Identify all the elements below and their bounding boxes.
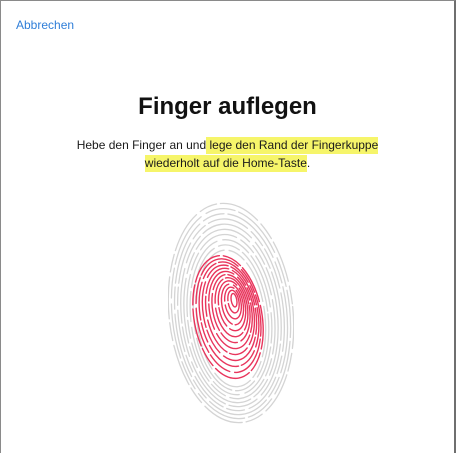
instruction-text: Hebe den Finger an und lege den Rand der… (41, 136, 414, 172)
page-title: Finger auflegen (138, 93, 317, 120)
cancel-button[interactable]: Abbrechen (16, 18, 74, 32)
fingerprint-icon (168, 202, 294, 424)
instruction-part1: Hebe den Finger an und (76, 138, 207, 152)
fingerprint-ridge (195, 249, 267, 388)
instruction-end: . (306, 156, 311, 170)
instruction-highlight-line2: wiederholt auf die Home-Taste (144, 155, 307, 172)
fingerprint-ridges-pending (168, 202, 294, 424)
instruction-highlight-line1: lege den Rand der Fingerkuppe (206, 137, 379, 154)
touch-id-setup-screen: Abbrechen Finger auflegen Hebe den Finge… (0, 0, 456, 453)
